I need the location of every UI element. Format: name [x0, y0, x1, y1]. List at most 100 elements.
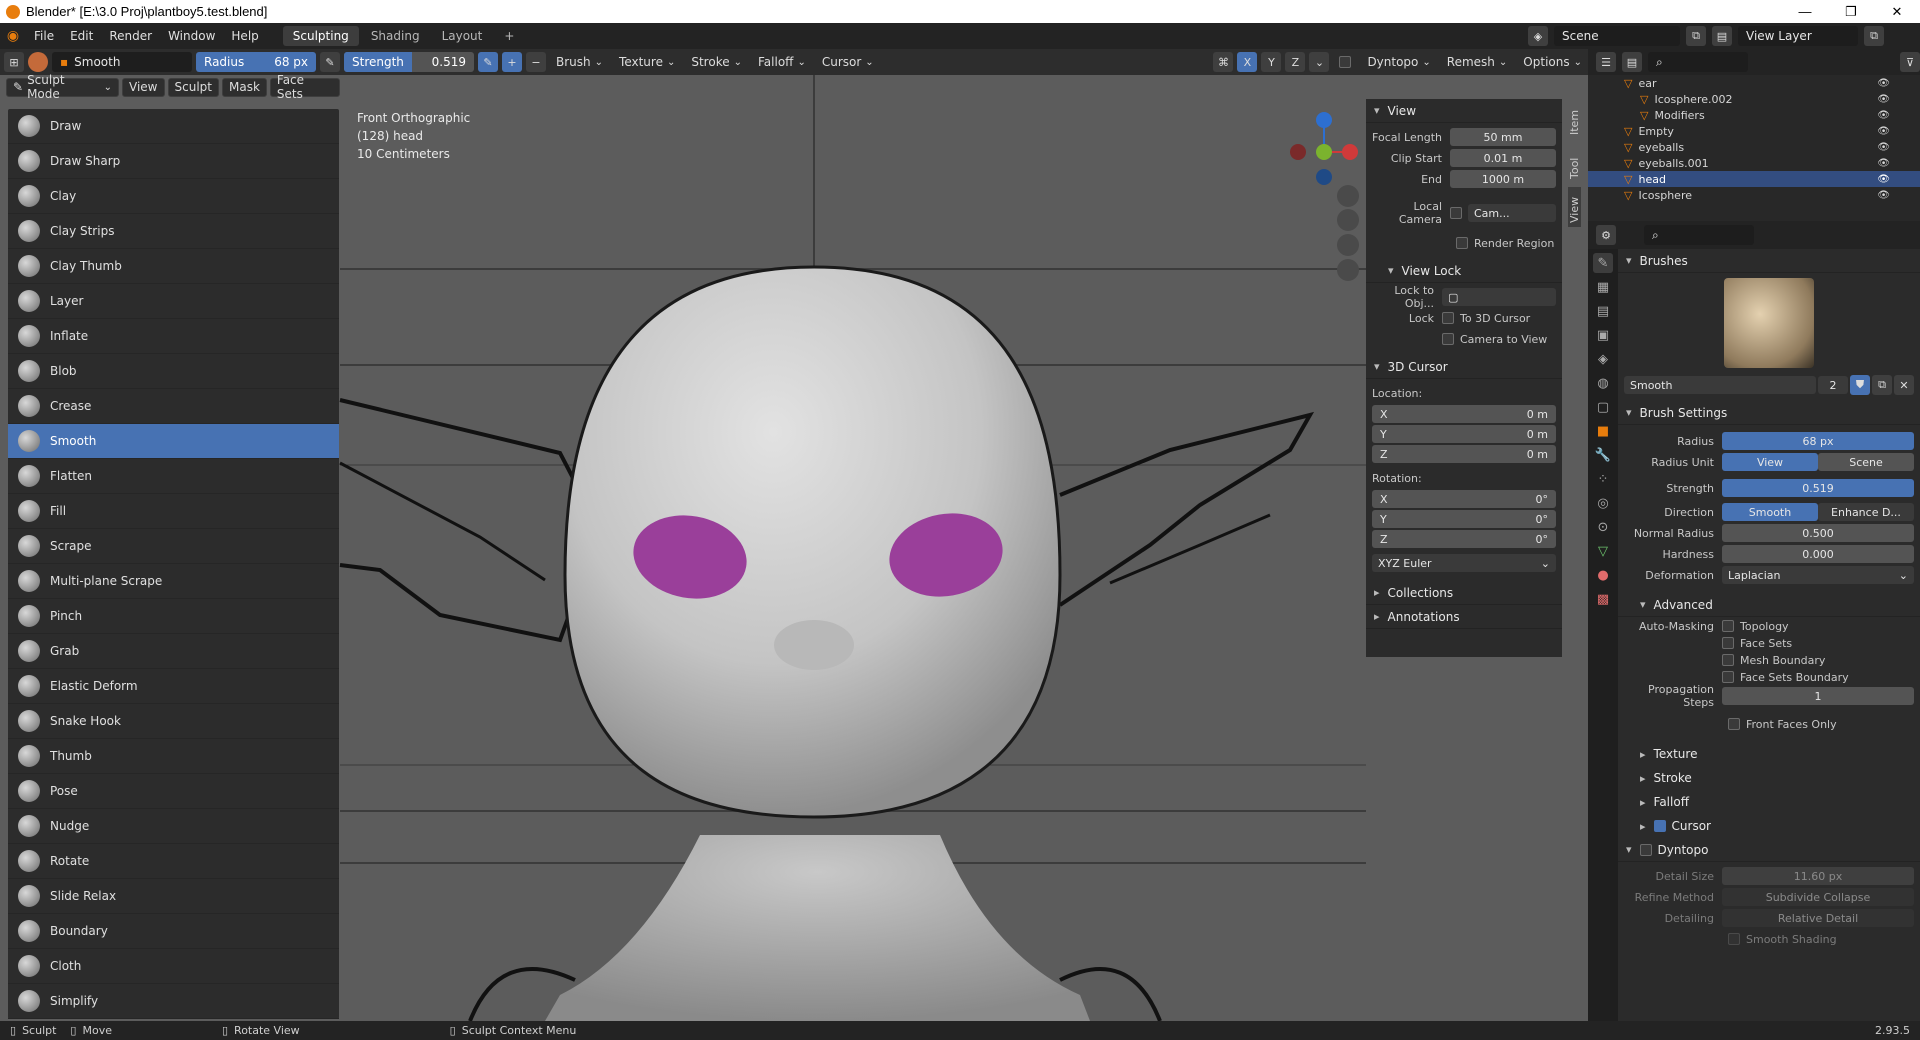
tool-pinch[interactable]: Pinch	[8, 599, 339, 634]
rotation-x-field[interactable]: X 0°	[1372, 490, 1556, 508]
tab-item[interactable]: Item	[1568, 99, 1581, 139]
menu-edit[interactable]: Edit	[62, 29, 101, 43]
add-workspace-button[interactable]: +	[494, 26, 524, 46]
visibility-icon[interactable]: 👁	[1877, 126, 1890, 137]
filter-icon[interactable]: ⊽	[1900, 52, 1920, 72]
visibility-icon[interactable]: 👁	[1877, 174, 1890, 185]
new-scene-icon[interactable]: ⧉	[1686, 26, 1706, 46]
tool-pose[interactable]: Pose	[8, 774, 339, 809]
blender-menu-icon[interactable]: ◉	[0, 28, 26, 44]
brush-name-field[interactable]: ▪ Smooth	[52, 52, 192, 72]
visibility-icon[interactable]: 👁	[1877, 110, 1890, 121]
brush-datablock-name[interactable]: Smooth	[1624, 376, 1816, 394]
tool-draw-sharp[interactable]: Draw Sharp	[8, 144, 339, 179]
local-camera-checkbox[interactable]	[1450, 207, 1462, 219]
tool-fill[interactable]: Fill	[8, 494, 339, 529]
modifier-tab-icon[interactable]: 🔧	[1593, 445, 1613, 465]
data-tab-icon[interactable]: ▽	[1593, 541, 1613, 561]
brush-menu[interactable]: Brush	[550, 52, 609, 72]
tool-snake-hook[interactable]: Snake Hook	[8, 704, 339, 739]
maximize-button[interactable]: ❐	[1828, 0, 1874, 23]
scene-icon[interactable]: ◈	[1528, 26, 1548, 46]
smooth-shading-checkbox[interactable]	[1728, 933, 1740, 945]
propagation-steps-field[interactable]: 1	[1722, 687, 1914, 705]
view-layer-field[interactable]: View Layer	[1738, 26, 1858, 46]
texture-tab-icon[interactable]: ▩	[1593, 589, 1613, 609]
dyntopo-checkbox[interactable]	[1339, 56, 1352, 68]
mirror-options-icon[interactable]: ⌄	[1309, 52, 1330, 72]
visibility-icon[interactable]: 👁	[1877, 94, 1890, 105]
view-layer-icon[interactable]: ▤	[1712, 26, 1732, 46]
visibility-icon[interactable]: 👁	[1877, 190, 1890, 201]
texture-section[interactable]: Texture	[1618, 742, 1920, 766]
tool-blob[interactable]: Blob	[8, 354, 339, 389]
location-x-field[interactable]: X 0 m	[1372, 405, 1556, 423]
outliner-row[interactable]: ▽ head 👁	[1588, 171, 1920, 187]
navigation-gizmo[interactable]	[1290, 112, 1358, 185]
radius-unit-view[interactable]: View	[1722, 453, 1818, 471]
new-view-layer-icon[interactable]: ⧉	[1864, 26, 1884, 46]
focal-length-field[interactable]: 50 mm	[1450, 128, 1556, 146]
strength-slider[interactable]: Strength 0.519	[344, 52, 474, 72]
outliner-search[interactable]: ⌕	[1648, 52, 1748, 72]
constraints-tab-icon[interactable]: ⊙	[1593, 517, 1613, 537]
tool-layer[interactable]: Layer	[8, 284, 339, 319]
editor-type-icon[interactable]: ⊞	[4, 52, 24, 72]
tool-smooth[interactable]: Smooth	[8, 424, 339, 459]
location-z-field[interactable]: Z 0 m	[1372, 445, 1556, 463]
dyntopo-section[interactable]: Dyntopo	[1618, 838, 1920, 862]
direction-sub-icon[interactable]: −	[526, 52, 546, 72]
tab-view[interactable]: View	[1567, 187, 1581, 227]
refine-method-field[interactable]: Subdivide Collapse	[1722, 888, 1914, 906]
mirror-z-button[interactable]: Z	[1285, 52, 1306, 72]
automask-checkbox[interactable]	[1722, 654, 1734, 666]
menu-window[interactable]: Window	[160, 29, 223, 43]
dyntopo-menu[interactable]: Dyntopo	[1361, 52, 1436, 72]
scene-field[interactable]: Scene	[1554, 26, 1680, 46]
lock-cursor-checkbox[interactable]	[1442, 312, 1454, 324]
physics-tab-icon[interactable]: ◎	[1593, 493, 1613, 513]
cursor-section[interactable]: Cursor	[1618, 814, 1920, 838]
tool-elastic-deform[interactable]: Elastic Deform	[8, 669, 339, 704]
stroke-section[interactable]: Stroke	[1618, 766, 1920, 790]
menu-render[interactable]: Render	[101, 29, 160, 43]
tool-tab-icon[interactable]: ✎	[1593, 253, 1613, 273]
outliner-row[interactable]: ▽ eyeballs 👁	[1588, 139, 1920, 155]
tool-scrape[interactable]: Scrape	[8, 529, 339, 564]
brush-settings-section[interactable]: Brush Settings	[1618, 401, 1920, 425]
tool-clay-strips[interactable]: Clay Strips	[8, 214, 339, 249]
render-region-checkbox[interactable]	[1456, 237, 1468, 249]
camera-field[interactable]: Cam...	[1468, 204, 1556, 222]
automask-checkbox[interactable]	[1722, 620, 1734, 632]
sculpt-menu[interactable]: Sculpt	[167, 77, 219, 97]
rotation-mode-dropdown[interactable]: XYZ Euler ⌄	[1372, 554, 1556, 572]
outliner-row[interactable]: ▽ Empty 👁	[1588, 123, 1920, 139]
detailing-field[interactable]: Relative Detail	[1722, 909, 1914, 927]
tool-multi-plane-scrape[interactable]: Multi-plane Scrape	[8, 564, 339, 599]
automask-checkbox[interactable]	[1722, 671, 1734, 683]
advanced-section[interactable]: Advanced	[1618, 593, 1920, 617]
visibility-icon[interactable]: 👁	[1877, 142, 1890, 153]
normal-radius-field[interactable]: 0.500	[1722, 524, 1914, 542]
front-faces-checkbox[interactable]	[1728, 718, 1740, 730]
menu-help[interactable]: Help	[223, 29, 266, 43]
direction-smooth[interactable]: Smooth	[1722, 503, 1818, 521]
falloff-section[interactable]: Falloff	[1618, 790, 1920, 814]
outliner-row[interactable]: ▽ Modifiers 👁	[1588, 107, 1920, 123]
detail-size-field[interactable]: 11.60 px	[1722, 867, 1914, 885]
minimize-button[interactable]: —	[1782, 0, 1828, 23]
tool-boundary[interactable]: Boundary	[8, 914, 339, 949]
world-tab-icon[interactable]: ◍	[1593, 373, 1613, 393]
deformation-dropdown[interactable]: Laplacian ⌄	[1722, 566, 1914, 584]
properties-editor-icon[interactable]: ⚙	[1596, 225, 1616, 245]
brush-thumbnail[interactable]	[1724, 278, 1814, 368]
tool-grab[interactable]: Grab	[8, 634, 339, 669]
output-tab-icon[interactable]: ▤	[1593, 301, 1613, 321]
outliner-display-icon[interactable]: ▤	[1622, 52, 1642, 72]
view-section[interactable]: View	[1366, 99, 1562, 123]
texture-menu[interactable]: Texture	[613, 52, 681, 72]
tool-draw[interactable]: Draw	[8, 109, 339, 144]
view-lock-section[interactable]: View Lock	[1366, 259, 1562, 283]
tool-cloth[interactable]: Cloth	[8, 949, 339, 984]
symmetry-icon[interactable]: ⌘	[1213, 52, 1234, 72]
